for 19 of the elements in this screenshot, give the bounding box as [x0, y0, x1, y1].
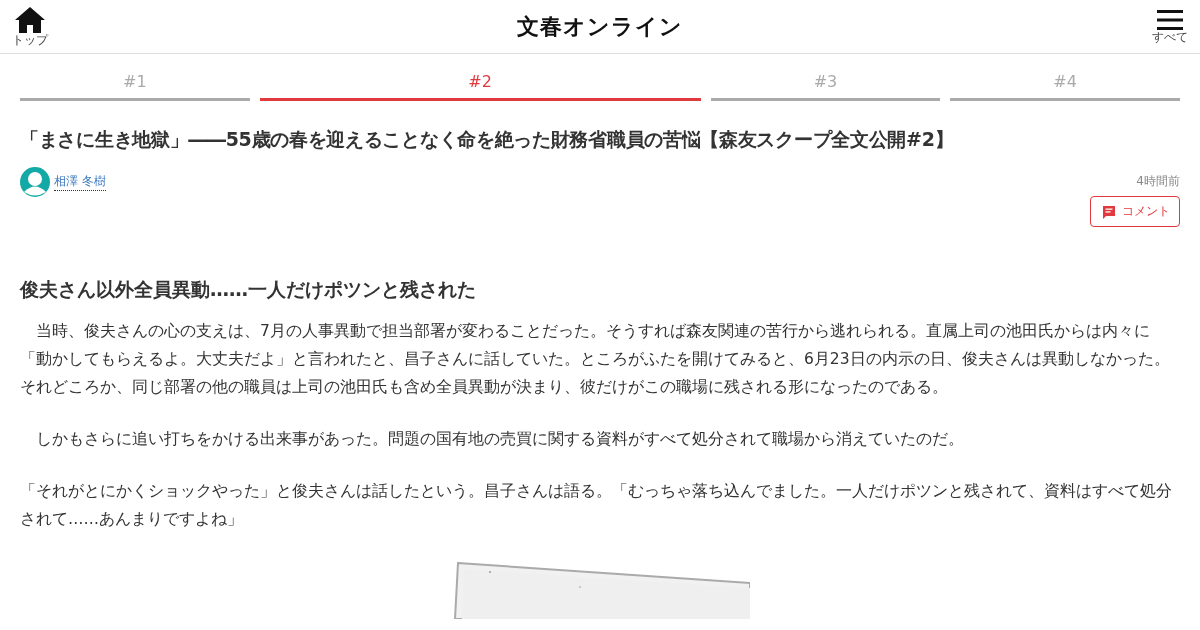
article-paragraph: 当時、俊夫さんの心の支えは、7月の人事異動で担当部署が変わることだった。そうすれば森友関連の苦行から逃れられる。直属上司の池田氏からは内々に「動かしてもらえるよ。大丈夫だよ」と言われたと、昌子さんに話していた。ところがふたを開けてみると、6月23日の内示の日、俊夫さんは異動しなかった。それどころか、同じ部署の他の職員は上司の池田氏も含め全員異動が決まり、彼だけがこの職場に残される形になったのである。	[20, 321, 1171, 398]
menu-label[interactable]: すべて	[1152, 31, 1188, 44]
article-title: 「まさに生き地獄」――55歳の春を迎えることなく命を絶った財務省職員の苦悩【森友スクープ全文公開#2】	[20, 127, 955, 152]
home-icon[interactable]	[15, 7, 45, 33]
page-tab[interactable]: #3	[710, 72, 941, 101]
site-logo[interactable]: 文春オンライン	[517, 11, 683, 42]
comment-button[interactable]: コメント	[1090, 196, 1180, 227]
page-tab[interactable]: #2	[259, 72, 701, 101]
page-tab[interactable]: #1	[20, 72, 250, 101]
page-tab[interactable]: #4	[950, 72, 1180, 101]
menu-icon[interactable]	[1157, 10, 1183, 30]
home-label[interactable]: トップ	[12, 34, 48, 47]
article-paragraph: しかもさらに追い打ちをかける出来事があった。問題の国有地の売買に関する資料がすべて処分されて職場から消えていたのだ。	[35, 429, 965, 450]
avatar-icon	[20, 167, 50, 197]
comment-icon	[1102, 204, 1116, 219]
author-link[interactable]: 相澤 冬樹	[54, 173, 106, 191]
post-time: 4時間前	[1136, 173, 1180, 190]
section-heading: 俊夫さん以外全員異動……一人だけポツンと残された	[20, 277, 477, 302]
article-paragraph: 「それがとにかくショックやった」と俊夫さんは話したという。昌子さんは語る。「むっちゃ落ち込んでました。一人だけポツンと残されて、資料はすべて処分されて……あんまりですよね」	[20, 481, 1173, 530]
